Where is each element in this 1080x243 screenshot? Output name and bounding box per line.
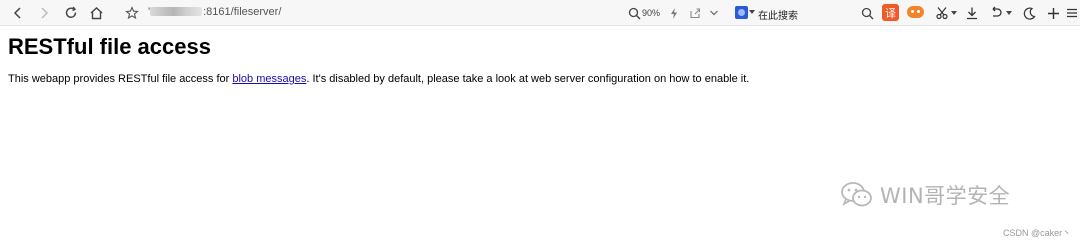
- translate-icon[interactable]: 译: [882, 4, 899, 21]
- address-bar[interactable]: ':8161/fileserver/: [148, 6, 281, 18]
- scissors-dropdown-icon[interactable]: [951, 11, 957, 16]
- zoom-icon[interactable]: [624, 3, 644, 23]
- csdn-watermark: CSDN @caker丶: [1003, 228, 1072, 238]
- page-content: RESTful file access This webapp provides…: [8, 34, 1072, 86]
- star-icon[interactable]: [122, 3, 142, 23]
- back-icon[interactable]: [8, 3, 28, 23]
- browser-toolbar: ':8161/fileserver/ 90% 在此搜索 译: [0, 0, 1080, 26]
- chevron-down-icon[interactable]: [704, 3, 724, 23]
- desc-text-before: This webapp provides RESTful file access…: [8, 73, 233, 85]
- watermark: WIN哥学安全: [840, 178, 1010, 212]
- forward-icon[interactable]: [34, 3, 54, 23]
- scissors-icon[interactable]: [932, 3, 952, 23]
- search-input[interactable]: 在此搜索: [758, 7, 798, 22]
- menu-icon[interactable]: [1065, 3, 1079, 23]
- share-icon[interactable]: [685, 3, 705, 23]
- page-description: This webapp provides RESTful file access…: [8, 72, 1072, 86]
- url-text: :8161/fileserver/: [203, 6, 282, 18]
- blurred-host: [150, 7, 203, 16]
- game-icon[interactable]: [907, 6, 924, 18]
- lightning-icon[interactable]: [664, 3, 684, 23]
- magnifier-icon[interactable]: [857, 3, 877, 23]
- desc-text-after: . It's disabled by default, please take …: [306, 73, 750, 85]
- undo-icon[interactable]: [986, 3, 1006, 23]
- moon-icon[interactable]: [1019, 3, 1039, 23]
- reload-icon[interactable]: [61, 3, 81, 23]
- zoom-level[interactable]: 90%: [642, 8, 660, 18]
- home-icon[interactable]: [86, 3, 106, 23]
- plus-icon[interactable]: [1043, 3, 1063, 23]
- download-icon[interactable]: [962, 3, 982, 23]
- search-engine-icon[interactable]: [735, 6, 748, 19]
- engine-dropdown-icon[interactable]: [749, 10, 755, 15]
- page-title: RESTful file access: [8, 34, 211, 59]
- wechat-icon: [841, 182, 872, 207]
- blob-messages-link[interactable]: blob messages: [232, 73, 306, 85]
- undo-dropdown-icon[interactable]: [1006, 11, 1012, 16]
- watermark-text: WIN哥学安全: [880, 184, 1011, 208]
